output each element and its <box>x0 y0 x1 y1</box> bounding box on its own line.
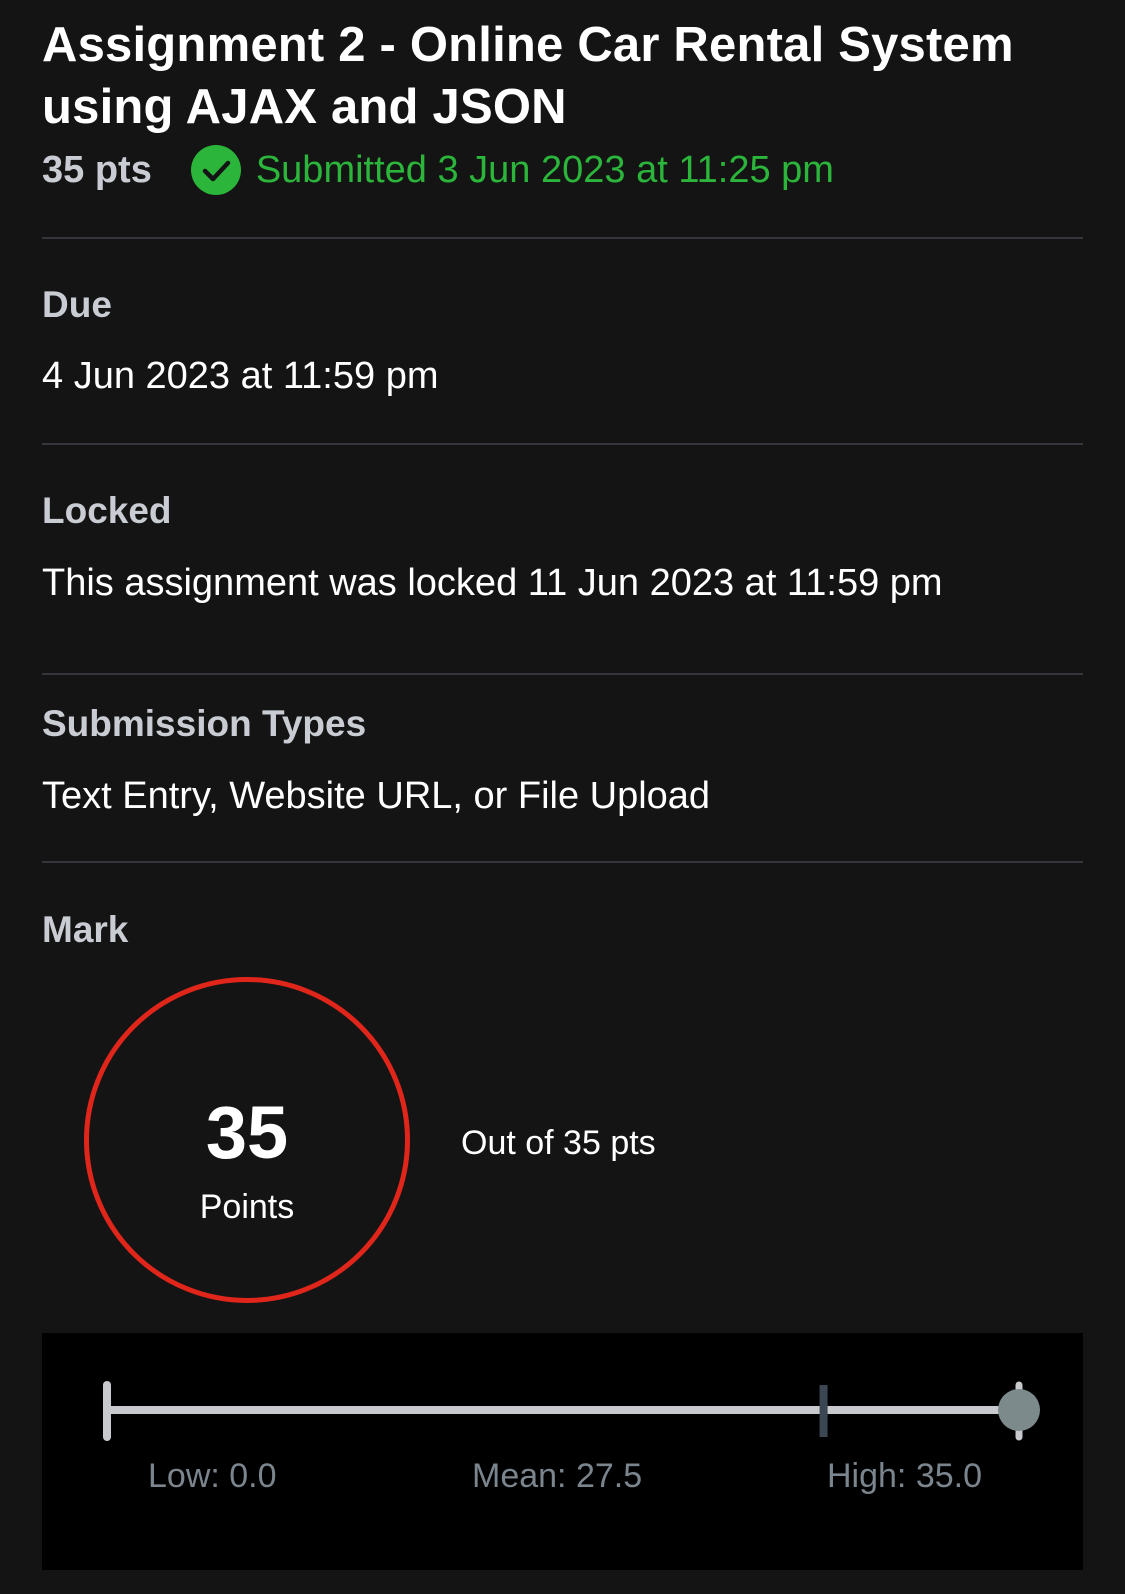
submission-types-value: Text Entry, Website URL, or File Upload <box>42 775 711 817</box>
submission-status: Submitted 3 Jun 2023 at 11:25 pm <box>255 148 834 191</box>
high-score: High: 35.0 <box>827 1457 982 1495</box>
locked-date: This assignment was locked 11 Jun 2023 a… <box>42 562 943 604</box>
score-unit: Points <box>199 1188 295 1226</box>
submission-types-label: Submission Types <box>42 703 367 744</box>
divider <box>42 443 1083 445</box>
low-score: Low: 0.0 <box>148 1457 277 1495</box>
mean-score: Mean: 27.5 <box>472 1457 643 1495</box>
mark-label: Mark <box>42 909 129 950</box>
your-score-marker <box>998 1389 1040 1431</box>
divider <box>42 861 1083 863</box>
points-possible: 35 pts <box>42 148 152 191</box>
assignment-title: Assignment 2 - Online Car Rental System … <box>42 18 1014 134</box>
divider <box>42 237 1083 239</box>
score-statistics: Low: 0.0 Mean: 27.5 High: 35.0 <box>42 1333 1083 1570</box>
check-circle-icon <box>190 144 242 196</box>
divider <box>42 673 1083 675</box>
score-value: 35 <box>205 1091 289 1174</box>
locked-label: Locked <box>42 490 172 531</box>
points-out-of: Out of 35 pts <box>461 1124 656 1162</box>
due-label: Due <box>42 284 112 325</box>
due-date: 4 Jun 2023 at 11:59 pm <box>42 355 439 397</box>
score-ring: 35 Points <box>84 977 410 1303</box>
assignment-meta: 35 pts Submitted 3 Jun 2023 at 11:25 pm <box>42 140 1083 200</box>
score-distribution-bar <box>103 1381 1040 1441</box>
assignment-details: Assignment 2 - Online Car Rental System … <box>42 0 1083 1570</box>
